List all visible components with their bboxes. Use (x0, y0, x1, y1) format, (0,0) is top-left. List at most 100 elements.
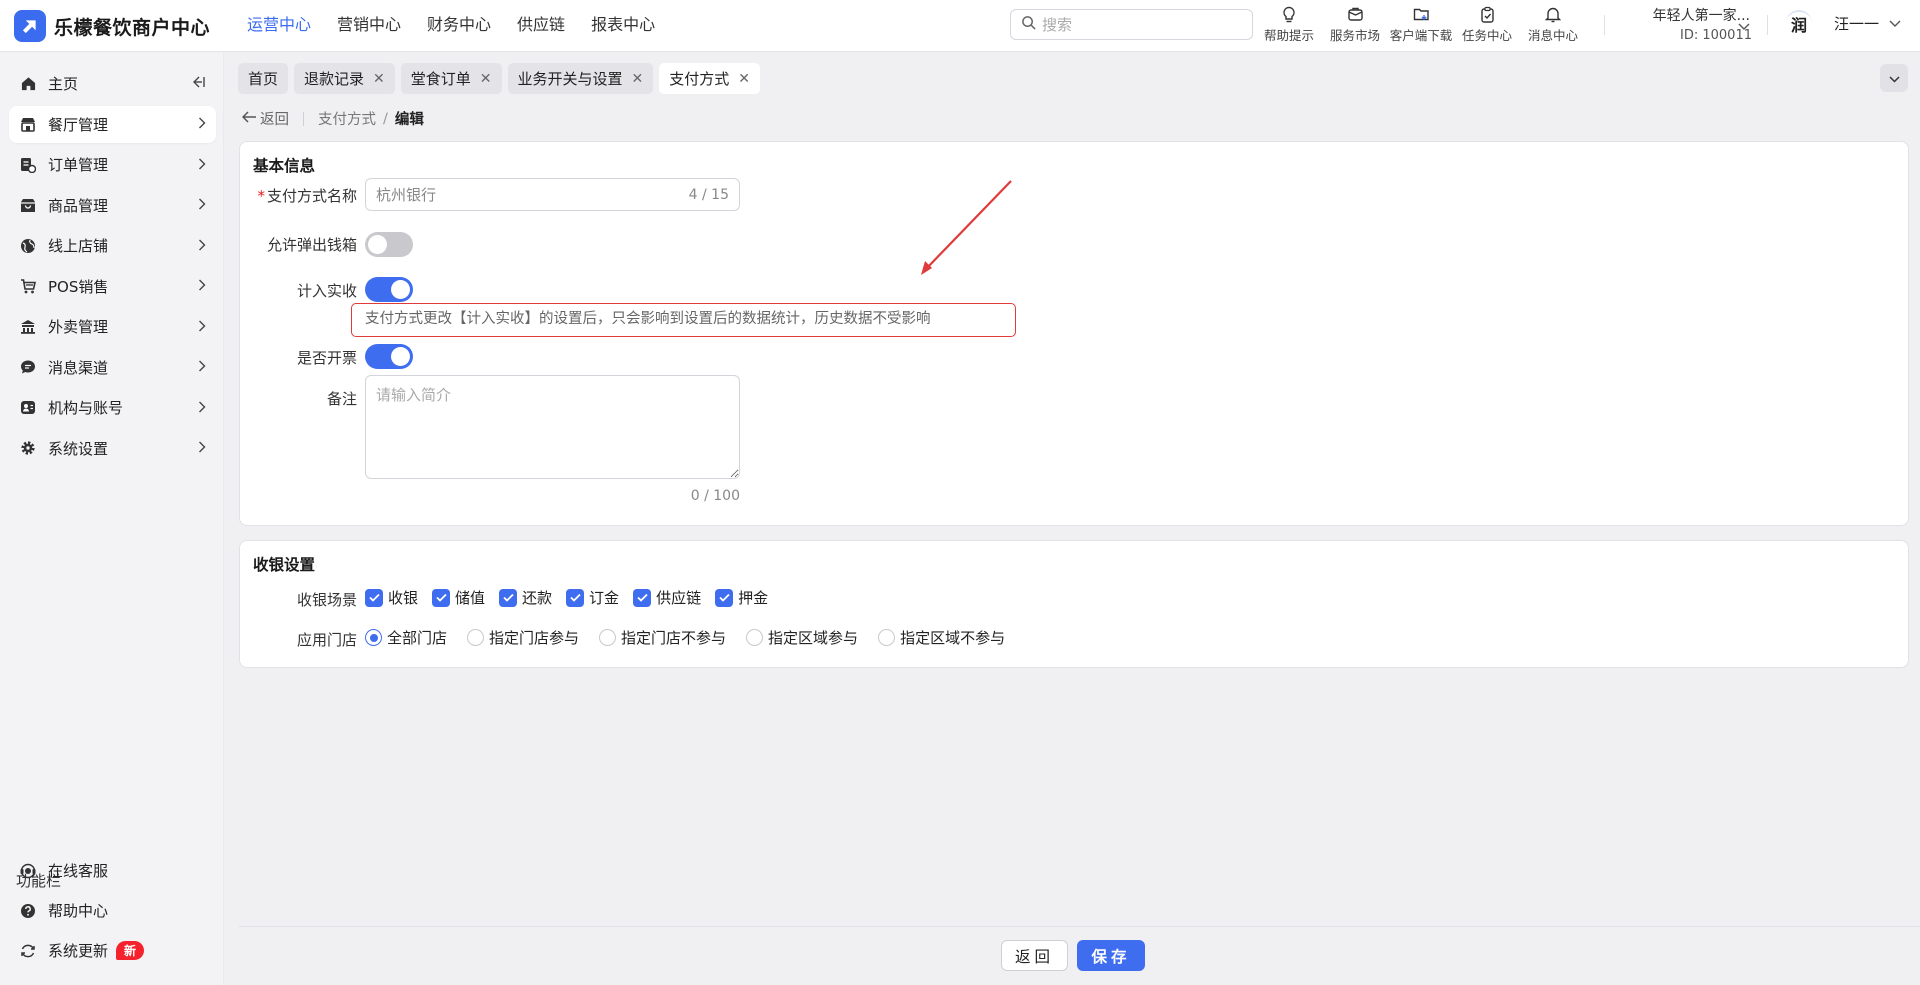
scene-label: 收银场景 (296, 591, 357, 609)
back-link[interactable]: 返回 (241, 108, 289, 129)
sidebar-item-goods[interactable]: 商品管理 (9, 187, 216, 224)
remark-label: 备注 (326, 390, 357, 408)
sidebar-item-orders[interactable]: 订单管理 (9, 146, 216, 183)
chevron-right-icon (198, 237, 206, 255)
scene-checkbox-guarantee[interactable]: 押金 (715, 587, 768, 608)
sidebar-item-message-channel[interactable]: 消息渠道 (9, 349, 216, 386)
sidebar-item-home[interactable]: 主页 (9, 65, 216, 102)
task-center-button[interactable]: 任务中心 (1454, 3, 1520, 44)
search-box[interactable] (1010, 9, 1253, 40)
cashbox-toggle[interactable] (365, 232, 413, 257)
tab-payment-methods[interactable]: 支付方式 ✕ (659, 63, 761, 94)
topnav-supply-chain[interactable]: 供应链 (517, 0, 565, 52)
tab-dine-in-orders[interactable]: 堂食订单 ✕ (400, 63, 502, 94)
radio-selected-icon (365, 629, 382, 646)
tab-business-settings[interactable]: 业务开关与设置 ✕ (507, 63, 654, 94)
tab-label: 首页 (248, 70, 279, 88)
sidebar-item-label: 机构与账号 (48, 399, 124, 417)
scene-checkbox-stored-value[interactable]: 储值 (432, 587, 485, 608)
sidebar-item-online-service[interactable]: 在线客服 (9, 852, 216, 889)
header-tools: 帮助提示 服务市场 客户端下载 任务中心 消息中心 (1256, 3, 1586, 44)
store-radio-specified-include[interactable]: 指定门店参与 (467, 627, 579, 648)
breadcrumb-separator: / (383, 110, 388, 127)
sidebar-item-help-center[interactable]: 帮助中心 (9, 892, 216, 929)
close-icon[interactable]: ✕ (373, 71, 385, 87)
sidebar: 主页 餐厅管理 订单管理 商品管理 线上店铺 POS销售 外卖管理 消息渠道 机… (0, 53, 224, 985)
breadcrumb-parent[interactable]: 支付方式 (318, 108, 376, 129)
checkbox-checked-icon (633, 588, 652, 607)
sidebar-item-system-settings[interactable]: 系统设置 (9, 430, 216, 467)
chevron-right-icon (198, 358, 206, 376)
search-icon (1021, 15, 1036, 34)
scene-checkbox-deposit-order[interactable]: 订金 (566, 587, 619, 608)
revenue-toggle[interactable] (365, 277, 413, 302)
search-input[interactable] (1042, 15, 1232, 34)
back-button[interactable]: 返回 (1001, 940, 1068, 971)
avatar: 润 (1786, 10, 1812, 36)
store-radio-specified-exclude[interactable]: 指定门店不参与 (599, 627, 726, 648)
sidebar-item-org-account[interactable]: 机构与账号 (9, 389, 216, 426)
save-button[interactable]: 保存 (1077, 940, 1145, 971)
lightbulb-icon (1281, 3, 1297, 25)
scene-checkbox-supply-chain[interactable]: 供应链 (633, 587, 701, 608)
sidebar-item-pos-sales[interactable]: POS销售 (9, 268, 216, 305)
required-mark: * (257, 187, 265, 205)
sidebar-item-delivery[interactable]: 外卖管理 (9, 308, 216, 345)
cart-icon (19, 277, 37, 295)
remark-textarea[interactable] (365, 375, 740, 479)
gear-icon (19, 439, 37, 457)
payment-name-field[interactable]: 4 / 15 (365, 178, 740, 211)
shop-switcher[interactable]: 年轻人第一家... ID: 100011 (1616, 5, 1752, 43)
invoice-toggle[interactable] (365, 344, 413, 369)
scene-checkbox-cashier[interactable]: 收银 (365, 587, 418, 608)
cashbox-label: 允许弹出钱箱 (266, 236, 357, 254)
checkbox-label: 收银 (388, 589, 419, 607)
close-icon[interactable]: ✕ (738, 71, 750, 87)
checkbox-label: 订金 (589, 589, 620, 607)
sidebar-item-restaurant[interactable]: 餐厅管理 (9, 105, 216, 143)
scene-checkbox-group: 收银 储值 还款 订金 供应链 押金 (365, 587, 782, 608)
store-radio-region-include[interactable]: 指定区域参与 (746, 627, 858, 648)
topnav-marketing[interactable]: 营销中心 (337, 0, 401, 52)
store-radio-all[interactable]: 全部门店 (365, 627, 447, 648)
close-icon[interactable]: ✕ (480, 71, 492, 87)
store-label: 应用门店 (296, 631, 357, 649)
payment-name-input[interactable] (376, 185, 689, 204)
tabs-dropdown-button[interactable] (1880, 64, 1908, 92)
chevron-right-icon (198, 399, 206, 417)
chevron-right-icon (198, 439, 206, 457)
user-menu[interactable]: 润 汪一一 (1786, 10, 1901, 36)
chevron-down-icon[interactable] (1738, 17, 1750, 35)
client-download-button[interactable]: 客户端下载 (1388, 3, 1454, 44)
store-radio-region-exclude[interactable]: 指定区域不参与 (878, 627, 1005, 648)
account-icon (19, 399, 37, 417)
topnav-operations[interactable]: 运营中心 (247, 0, 311, 52)
topnav-finance[interactable]: 财务中心 (427, 0, 491, 52)
store-radio-group: 全部门店 指定门店参与 指定门店不参与 指定区域参与 指定区域不参与 (365, 627, 1025, 648)
breadcrumb: 返回 支付方式 / 编辑 (241, 108, 424, 129)
goods-icon (19, 196, 37, 214)
service-market-button[interactable]: 服务市场 (1322, 3, 1388, 44)
divider (1767, 15, 1768, 35)
sidebar-item-online-store[interactable]: 线上店铺 (9, 227, 216, 264)
scene-checkbox-repayment[interactable]: 还款 (499, 587, 552, 608)
collapse-sidebar-icon[interactable] (190, 75, 206, 93)
tab-home[interactable]: 首页 (238, 63, 289, 94)
chevron-down-icon (1889, 14, 1901, 32)
sidebar-item-system-update[interactable]: 系统更新 新 (9, 932, 216, 969)
app-logo[interactable]: 乐檬餐饮商户中心 (14, 10, 210, 42)
topnav-reports[interactable]: 报表中心 (591, 0, 655, 52)
revenue-notice: 支付方式更改【计入实收】的设置后，只会影响到设置后的数据统计，历史数据不受影响 (351, 303, 1016, 337)
section-title: 基本信息 (253, 157, 316, 175)
close-icon[interactable]: ✕ (632, 71, 644, 87)
message-center-button[interactable]: 消息中心 (1520, 3, 1586, 44)
clipboard-icon (1480, 3, 1495, 25)
toggle-knob (391, 280, 410, 299)
radio-label: 全部门店 (387, 629, 448, 647)
radio-empty-icon (467, 629, 485, 646)
checkbox-checked-icon (365, 588, 383, 607)
tool-label: 帮助提示 (1263, 28, 1314, 43)
tab-refund-records[interactable]: 退款记录 ✕ (294, 63, 395, 94)
sidebar-item-label: 主页 (48, 75, 79, 93)
help-tips-button[interactable]: 帮助提示 (1256, 3, 1322, 44)
